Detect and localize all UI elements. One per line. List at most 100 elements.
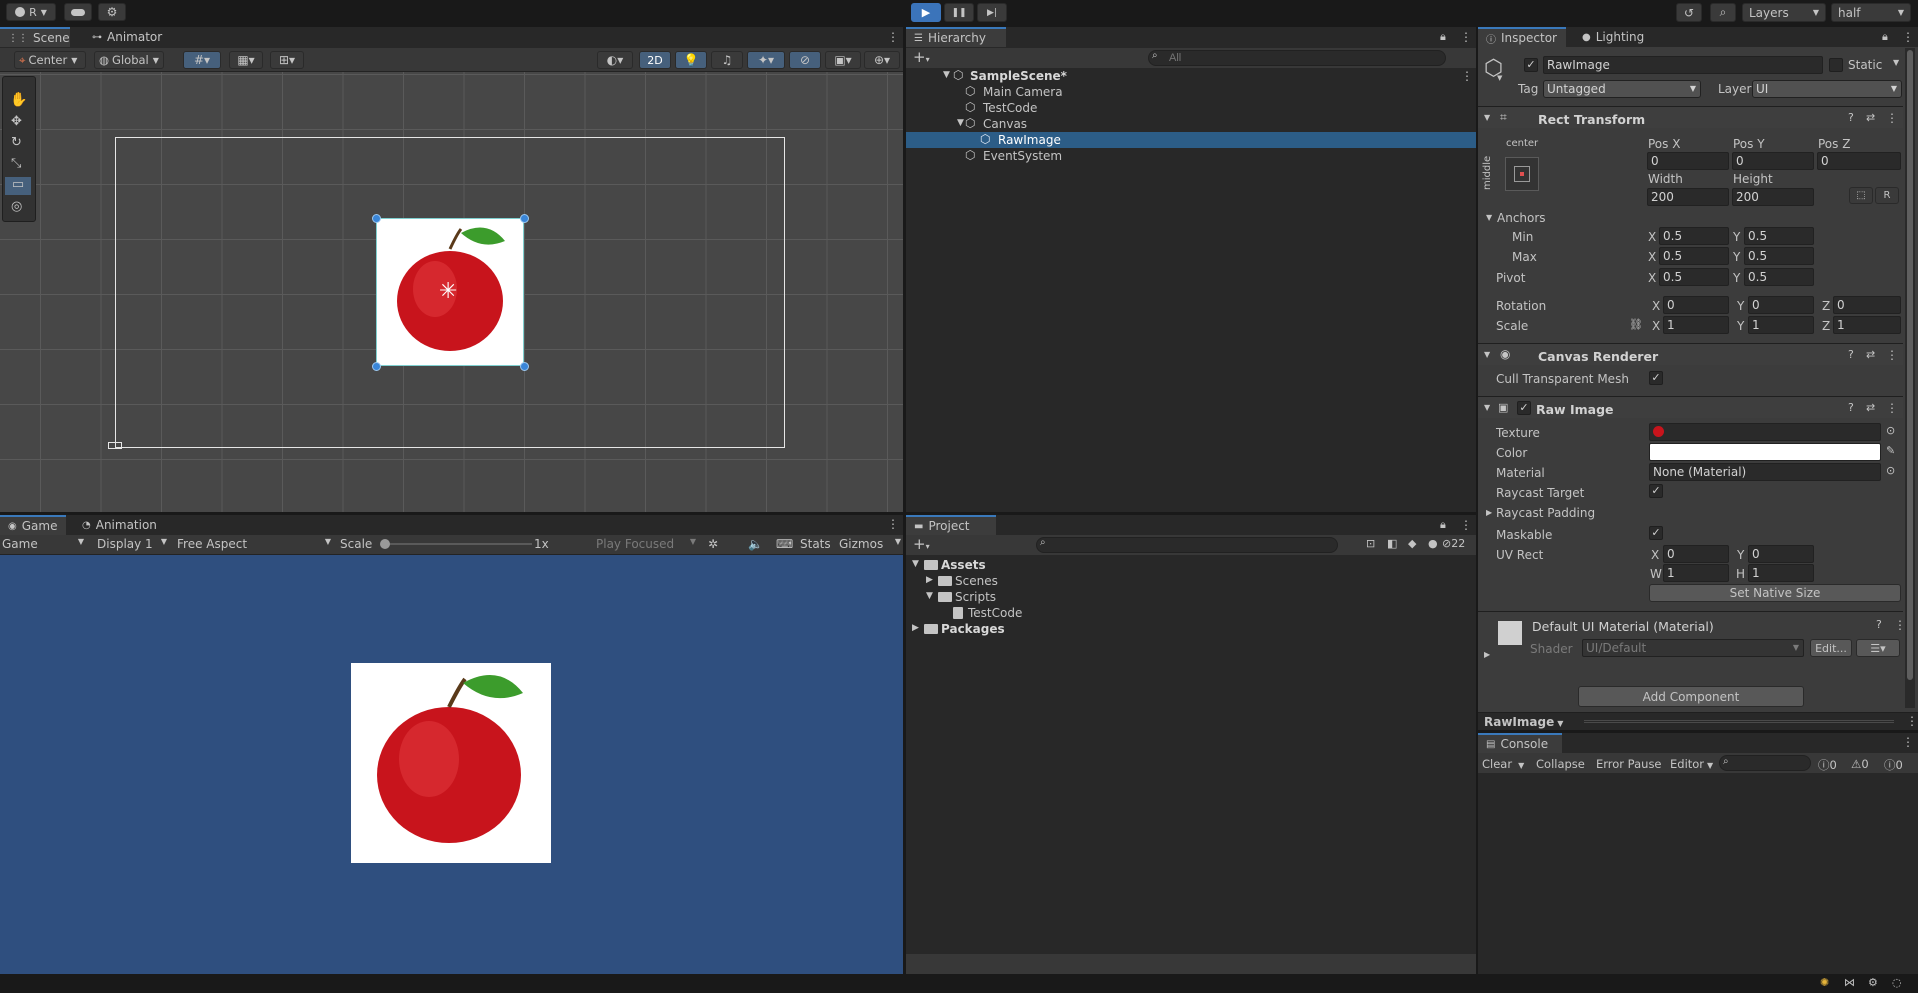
- progress-icon[interactable]: ◌: [1892, 976, 1902, 989]
- help-icon[interactable]: ?: [1848, 111, 1854, 124]
- pos-z-field[interactable]: 0: [1817, 152, 1901, 170]
- width-field[interactable]: 200: [1647, 188, 1729, 206]
- tab-project[interactable]: ▬ Project: [906, 515, 996, 535]
- tag-dropdown[interactable]: Untagged ▼: [1543, 80, 1701, 98]
- tab-animation[interactable]: ◔ Animation: [74, 515, 165, 535]
- resize-handle-tr[interactable]: [520, 214, 529, 223]
- camera-dropdown[interactable]: ▣▾: [825, 51, 861, 69]
- error-pause-button[interactable]: Error Pause: [1596, 757, 1662, 771]
- add-object-button[interactable]: +▾: [913, 50, 930, 65]
- tab-game[interactable]: ◉ Game: [0, 515, 66, 535]
- lighting-toggle-button[interactable]: 💡: [675, 51, 707, 69]
- preview-drag-handle[interactable]: [1584, 720, 1894, 723]
- tab-console[interactable]: ▤ Console: [1478, 733, 1562, 753]
- space-mode-dropdown[interactable]: ◍ Global ▼: [94, 51, 164, 69]
- create-asset-button[interactable]: +▾: [913, 537, 930, 552]
- preset-icon[interactable]: ⇄: [1866, 401, 1875, 414]
- tab-scene[interactable]: ⋮⋮ Scene: [0, 27, 70, 47]
- foldout-arrow-icon[interactable]: ▼: [1486, 213, 1492, 222]
- error-count-toggle[interactable]: ⓘ0: [1818, 757, 1837, 773]
- project-row-assets[interactable]: ▼ Assets: [906, 557, 1476, 573]
- scale-y-field[interactable]: 1: [1748, 316, 1814, 334]
- grid-snap-button[interactable]: #▾: [183, 51, 221, 69]
- display-dropdown[interactable]: Display 1 ▼: [97, 538, 169, 553]
- hand-tool-icon[interactable]: ✋: [10, 92, 27, 108]
- effects-dropdown[interactable]: ✦▾: [747, 51, 785, 69]
- static-checkbox[interactable]: [1829, 58, 1843, 72]
- rect-transform-header[interactable]: ▼ ⌗ Rect Transform ? ⇄ ⋮: [1478, 106, 1903, 128]
- pivot-x-field[interactable]: 0.5: [1659, 268, 1729, 286]
- search-button[interactable]: ⌕: [1710, 3, 1736, 22]
- texture-field[interactable]: [1649, 423, 1881, 441]
- scale-slider[interactable]: [380, 539, 532, 549]
- maskable-checkbox[interactable]: ✓: [1649, 526, 1663, 540]
- lock-icon[interactable]: 🔒︎: [1882, 30, 1888, 44]
- preview-dropdown[interactable]: RawImage ▼: [1484, 715, 1563, 729]
- more-options-icon[interactable]: ⋮: [1902, 735, 1914, 749]
- move-handle-icon[interactable]: ✳: [439, 279, 457, 304]
- anchor-min-y-field[interactable]: 0.5: [1744, 227, 1814, 245]
- warning-count-toggle[interactable]: ⚠0: [1851, 757, 1869, 771]
- keyboard-icon[interactable]: ⌨: [776, 537, 793, 551]
- inspector-scrollbar[interactable]: [1905, 48, 1915, 708]
- pos-x-field[interactable]: 0: [1647, 152, 1729, 170]
- gizmos-dropdown[interactable]: Gizmos ▼: [839, 538, 901, 553]
- foldout-arrow-icon[interactable]: ▼: [1484, 403, 1490, 412]
- tab-lighting[interactable]: ● Lighting: [1574, 27, 1652, 47]
- filter-type-icon[interactable]: ◧: [1387, 537, 1397, 550]
- chevron-down-icon[interactable]: ▼: [1893, 58, 1899, 67]
- lock-icon[interactable]: 🔒︎: [1440, 518, 1446, 532]
- more-options-icon[interactable]: ⋮: [1906, 714, 1918, 728]
- more-options-icon[interactable]: ⋮: [1460, 518, 1472, 532]
- scale-z-field[interactable]: 1: [1833, 316, 1901, 334]
- pivot-mode-dropdown[interactable]: ⌖ Center ▼: [14, 51, 86, 69]
- hierarchy-row-testcode[interactable]: ⬡ TestCode: [906, 100, 1476, 116]
- play-button[interactable]: ▶: [911, 3, 941, 22]
- uv-x-field[interactable]: 0: [1663, 545, 1729, 563]
- canvas-renderer-header[interactable]: ▼ ◉ Canvas Renderer ? ⇄ ⋮: [1478, 343, 1903, 365]
- toggle-2d-button[interactable]: 2D: [639, 51, 671, 69]
- project-row-packages[interactable]: ▶ Packages: [906, 621, 1476, 637]
- raw-edit-button[interactable]: R: [1875, 187, 1899, 204]
- search-by-type-icon[interactable]: ⊡: [1366, 537, 1375, 550]
- help-icon[interactable]: ?: [1848, 401, 1854, 414]
- anchor-min-x-field[interactable]: 0.5: [1659, 227, 1729, 245]
- rect-tool-icon[interactable]: ▭: [5, 177, 31, 195]
- pause-button[interactable]: ❚❚: [944, 3, 974, 22]
- more-options-icon[interactable]: ⋮: [1460, 30, 1472, 44]
- raw-image-header[interactable]: ▼ ▣ ✓ Raw Image ? ⇄ ⋮: [1478, 396, 1903, 418]
- uv-h-field[interactable]: 1: [1748, 564, 1814, 582]
- preset-icon[interactable]: ⇄: [1866, 111, 1875, 124]
- layer-dropdown[interactable]: UI ▼: [1752, 80, 1902, 98]
- cloud-button[interactable]: [64, 3, 92, 21]
- edit-shader-button[interactable]: Edit...: [1810, 639, 1852, 657]
- bug-icon[interactable]: ✲: [708, 537, 718, 551]
- color-field[interactable]: [1649, 443, 1881, 461]
- rotation-x-field[interactable]: 0: [1663, 296, 1729, 314]
- lock-icon[interactable]: 🔒︎: [1440, 30, 1446, 44]
- project-row-scripts[interactable]: ▼ Scripts: [906, 589, 1476, 605]
- height-field[interactable]: 200: [1732, 188, 1814, 206]
- scrollbar-thumb[interactable]: [1907, 50, 1913, 680]
- foldout-arrow-icon[interactable]: ▼: [1484, 113, 1490, 122]
- preset-icon[interactable]: ⇄: [1866, 348, 1875, 361]
- hierarchy-search-input[interactable]: [1148, 50, 1446, 66]
- help-icon[interactable]: ?: [1848, 348, 1854, 361]
- expand-arrow-icon[interactable]: ▶: [926, 575, 933, 585]
- rotation-z-field[interactable]: 0: [1833, 296, 1901, 314]
- uv-y-field[interactable]: 0: [1748, 545, 1814, 563]
- scale-x-field[interactable]: 1: [1663, 316, 1729, 334]
- hidden-packages-count[interactable]: ⊘22: [1442, 538, 1465, 549]
- increment-snap-button[interactable]: ⊞▾: [270, 51, 304, 69]
- more-options-icon[interactable]: ⋮: [1902, 30, 1914, 44]
- more-options-icon[interactable]: ⋮: [1461, 69, 1473, 83]
- mute-audio-icon[interactable]: 🔈: [748, 537, 763, 551]
- network-icon[interactable]: ⋈: [1844, 976, 1855, 989]
- resize-handle-br[interactable]: [520, 362, 529, 371]
- project-row-testcode[interactable]: TestCode: [906, 605, 1476, 621]
- selected-raw-image[interactable]: ✳: [376, 218, 524, 366]
- shader-dropdown[interactable]: UI/Default ▼: [1582, 639, 1804, 657]
- transform-tool-icon[interactable]: ◎: [11, 199, 22, 214]
- bake-lighting-icon[interactable]: ✺: [1820, 976, 1829, 989]
- history-button[interactable]: ↺: [1676, 3, 1702, 22]
